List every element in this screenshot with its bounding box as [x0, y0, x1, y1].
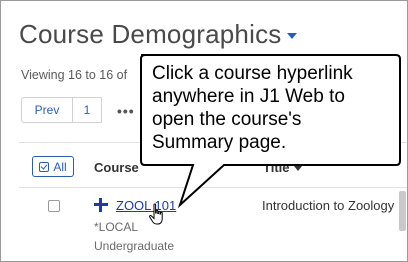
callout-line: Click a course hyperlink [152, 63, 353, 84]
callout-text: Click a course hyperlink anywhere in J1 … [152, 62, 392, 154]
callout-line: anywhere in J1 Web to [152, 86, 345, 107]
hand-pointer-icon [149, 203, 163, 225]
callout-line: open the course's [152, 109, 302, 130]
callout-line: Summary page. [152, 132, 287, 153]
